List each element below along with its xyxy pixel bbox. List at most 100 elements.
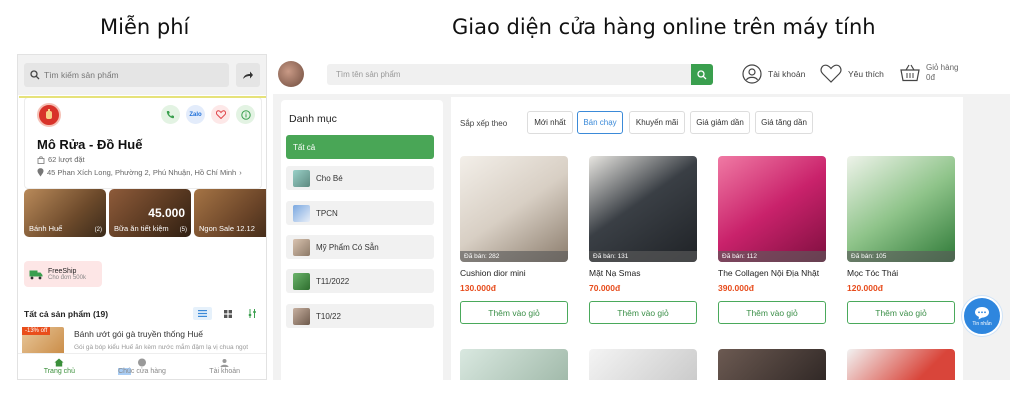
chevron-right-icon: › (239, 168, 242, 177)
product-price: 390.000đ (718, 283, 754, 293)
desktop-shop-screen: Tìm tên sản phẩm Tài khoản Yêu thích Giỏ… (273, 54, 1010, 380)
cart-link[interactable]: Giỏ hàng 0đ (900, 63, 958, 83)
banner-bua-an[interactable]: 45.000 Bữa ăn tiết kiệm (5) (109, 189, 191, 237)
product-name: The Collagen Nội Địa Nhật (718, 268, 820, 278)
product-card[interactable]: Đã bán: 105 Mọc Tóc Thái 120.000đ Thêm v… (847, 156, 955, 324)
nav-store-label-rest: c cửa hàng (130, 368, 166, 375)
search-button[interactable] (691, 64, 713, 85)
product-name: Mặt Nạ Smas (589, 268, 641, 278)
cart-amount: 0đ (926, 73, 935, 82)
category-my-pham[interactable]: Mỹ Phẩm Có Sẵn (286, 235, 434, 259)
sold-count: Đã bán: 112 (718, 251, 826, 262)
favorites-link[interactable]: Yêu thích (820, 64, 884, 83)
product-image[interactable] (718, 349, 826, 380)
filter-button[interactable] (243, 307, 262, 320)
sort-price-asc-button[interactable]: Giá tăng dần (755, 111, 813, 134)
product-name: Cushion dior mini (460, 268, 526, 278)
banner-label: Ngon Sale 12.12 (199, 224, 255, 233)
freeship-text: FreeShip Cho đơn 500k (48, 268, 86, 281)
product-image: Đã bán: 282 (460, 156, 568, 262)
category-tpcn[interactable]: TPCN (286, 201, 434, 225)
section-heading-free: Miễn phí (100, 15, 190, 39)
grid-view-button[interactable] (218, 307, 237, 320)
cart-label: Giỏ hàng (926, 63, 959, 72)
add-to-cart-button[interactable]: Thêm vào giỏ (718, 301, 826, 324)
sort-option-label: Bán chạy (583, 118, 617, 127)
sort-best-selling-button[interactable]: Bán chạy (577, 111, 623, 134)
category-all[interactable]: Tất cả (286, 135, 434, 159)
address-text: 45 Phan Xích Long, Phường 2, Phú Nhuận, … (47, 168, 237, 177)
freeship-title: FreeShip (48, 267, 77, 275)
info-icon (240, 109, 251, 120)
zalo-button[interactable]: Zalo (186, 105, 205, 124)
product-image[interactable] (460, 349, 568, 380)
sold-count: Đã bán: 105 (847, 251, 955, 262)
product-card[interactable]: Đã bán: 282 Cushion dior mini 130.000đ T… (460, 156, 568, 324)
banner-label: Bánh Huế (29, 224, 63, 233)
banner-ngon-sale[interactable]: Ngon Sale 12.12 (194, 189, 266, 237)
bottom-navigation: Trang chủ Chúc cửa hàng Tài khoản (18, 353, 266, 379)
sort-option-label: Giá giảm dần (696, 118, 744, 127)
nav-store-chat[interactable]: Chúc cửa hàng (101, 354, 184, 379)
product-image: Đã bán: 112 (718, 156, 826, 262)
add-to-cart-button[interactable]: Thêm vào giỏ (460, 301, 568, 324)
nav-home[interactable]: Trang chủ (18, 354, 101, 379)
freeship-voucher[interactable]: FreeShip Cho đơn 500k (24, 261, 102, 287)
lantern-icon (46, 109, 52, 119)
share-button[interactable] (236, 63, 260, 87)
info-button[interactable] (236, 105, 255, 124)
product-card[interactable]: Đã bán: 131 Mặt Nạ Smas 70.000đ Thêm vào… (589, 156, 697, 324)
category-label: Mỹ Phẩm Có Sẵn (316, 242, 379, 252)
category-t10-22[interactable]: T10/22 (286, 304, 434, 328)
product-title: Bánh ướt gói gà truyền thống Huế (74, 329, 203, 339)
add-to-cart-button[interactable]: Thêm vào giỏ (589, 301, 697, 324)
banner-banh-hue[interactable]: Bánh Huế (2) (24, 189, 106, 237)
category-thumbnail (293, 204, 310, 222)
sort-price-desc-button[interactable]: Giá giảm dần (690, 111, 750, 134)
banner-count: (5) (179, 227, 187, 233)
category-label: T10/22 (316, 311, 341, 321)
category-thumbnail (293, 272, 310, 290)
category-t11-2022[interactable]: T11/2022 (286, 269, 434, 293)
shop-avatar[interactable] (278, 61, 304, 87)
discount-badge: -13% off (22, 327, 51, 335)
account-link[interactable]: Tài khoản (742, 64, 805, 84)
category-thumbnail (293, 238, 310, 256)
nav-home-label: Trang chủ (43, 368, 75, 375)
sort-option-label: Khuyến mãi (635, 118, 679, 127)
add-to-cart-button[interactable]: Thêm vào giỏ (847, 301, 955, 324)
sold-count: Đã bán: 282 (460, 251, 568, 262)
favorite-button[interactable] (211, 105, 230, 124)
list-view-button[interactable] (193, 307, 212, 320)
shop-address[interactable]: 45 Phan Xích Long, Phường 2, Phú Nhuận, … (37, 168, 242, 177)
heart-icon (820, 64, 842, 83)
sort-newest-button[interactable]: Mới nhất (527, 111, 573, 134)
category-cho-be[interactable]: Cho Bé (286, 166, 434, 190)
desktop-search-placeholder: Tìm tên sản phẩm (336, 70, 401, 79)
chat-button[interactable]: Tin nhắn (962, 296, 1002, 336)
category-label: TPCN (316, 208, 338, 218)
categories-title: Danh mục (289, 113, 337, 125)
followers-text: 62 lượt đặt (48, 155, 85, 164)
heart-icon (215, 110, 226, 119)
product-image[interactable] (847, 349, 955, 380)
favorites-label: Yêu thích (848, 68, 884, 79)
product-image: Đã bán: 105 (847, 156, 955, 262)
mobile-shop-screen: Tìm kiếm sản phẩm Zalo Mô Rửa - Đồ Huế 6… (17, 54, 267, 380)
product-image[interactable] (589, 349, 697, 380)
mobile-top-bar: Tìm kiếm sản phẩm (18, 55, 266, 95)
list-icon (198, 310, 207, 317)
desktop-header: Tìm tên sản phẩm Tài khoản Yêu thích Giỏ… (273, 54, 1010, 94)
nav-account[interactable]: Tài khoản (183, 354, 266, 379)
section-heading-desktop: Giao diện cửa hàng online trên máy tính (452, 15, 876, 39)
category-thumbnail (293, 169, 310, 187)
account-label: Tài khoản (768, 69, 806, 79)
desktop-search-input[interactable]: Tìm tên sản phẩm (327, 64, 713, 85)
mobile-search-input[interactable]: Tìm kiếm sản phẩm (24, 63, 229, 87)
sort-label: Sắp xếp theo (460, 119, 508, 128)
bag-icon (37, 155, 45, 164)
product-card[interactable]: Đã bán: 112 The Collagen Nội Địa Nhật 39… (718, 156, 826, 324)
product-price: 120.000đ (847, 283, 883, 293)
sort-promotion-button[interactable]: Khuyến mãi (629, 111, 685, 134)
call-button[interactable] (161, 105, 180, 124)
